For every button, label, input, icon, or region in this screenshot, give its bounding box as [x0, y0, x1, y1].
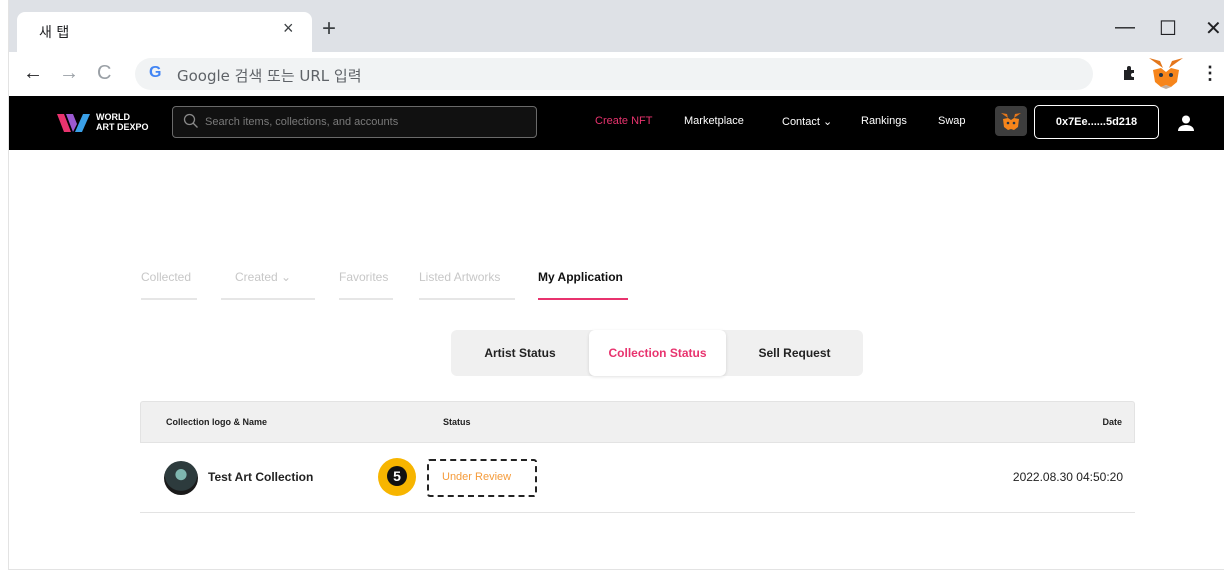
wallet-address-button[interactable]: 0x7Ee......5d218 [1034, 105, 1159, 139]
header-collection-name: Collection logo & Name [166, 417, 268, 427]
search-input[interactable] [205, 112, 525, 132]
world-art-dexpo-logo[interactable] [57, 112, 93, 134]
browser-toolbar: ← → C G Google 검색 또는 URL 입력 ⋮ [9, 52, 1224, 96]
tab-underline [339, 298, 393, 300]
search-icon [183, 113, 199, 129]
tab-sell-request[interactable]: Sell Request [726, 330, 863, 376]
site-header: WORLD ART DEXPO Create NFT Marketplace C… [9, 96, 1224, 150]
status-badge: Under Review [442, 471, 512, 483]
browser-window: 새 탭 × + — ☐ ✕ ← → C G Google 검색 또는 URL 입… [8, 0, 1224, 570]
header-date: Date [1102, 417, 1122, 427]
tab-underline [221, 298, 315, 300]
table-header: Collection logo & Name Status Date [140, 401, 1135, 443]
logo-line-1: WORLD [96, 112, 130, 122]
logo-wordmark: WORLD ART DEXPO [96, 112, 149, 132]
back-icon[interactable]: ← [23, 63, 43, 83]
logo-line-2: ART DEXPO [96, 122, 149, 132]
metamask-button[interactable] [995, 106, 1027, 136]
browser-tab[interactable]: 새 탭 × [17, 12, 312, 52]
tab-artist-status[interactable]: Artist Status [451, 330, 589, 376]
step-number: 5 [387, 466, 407, 486]
row-date: 2022.08.30 04:50:20 [1012, 470, 1123, 484]
tab-active-underline [538, 298, 628, 300]
minimize-icon[interactable]: — [1115, 16, 1135, 39]
collection-status-table: Collection logo & Name Status Date Test … [140, 401, 1135, 515]
tab-collected[interactable]: Collected [141, 270, 191, 284]
nav-contact[interactable]: Contact ⌄ [782, 115, 832, 128]
collection-avatar [164, 461, 198, 495]
tab-title: 새 탭 [39, 25, 70, 41]
address-bar[interactable]: G Google 검색 또는 URL 입력 [135, 58, 1093, 90]
step-badge: 5 [378, 458, 416, 496]
user-icon[interactable] [1177, 114, 1195, 132]
tab-underline [141, 298, 197, 300]
google-icon: G [149, 64, 162, 81]
tab-strip: 새 탭 × + — ☐ ✕ [9, 0, 1224, 52]
nav-marketplace[interactable]: Marketplace [684, 115, 744, 127]
tab-favorites[interactable]: Favorites [339, 270, 388, 284]
collection-name: Test Art Collection [208, 470, 314, 484]
new-tab-icon[interactable]: + [322, 17, 336, 41]
table-row[interactable]: Test Art Collection 5 Under Review 2022.… [140, 443, 1135, 513]
screen: 새 탭 × + — ☐ ✕ ← → C G Google 검색 또는 URL 입… [0, 0, 1224, 570]
tab-listed-artworks[interactable]: Listed Artworks [419, 270, 500, 284]
header-status: Status [443, 417, 471, 427]
extensions-puzzle-icon[interactable] [1121, 64, 1139, 87]
maximize-icon[interactable]: ☐ [1159, 16, 1177, 41]
tab-close-icon[interactable]: × [283, 18, 294, 39]
address-placeholder: Google 검색 또는 URL 입력 [177, 67, 362, 85]
forward-icon[interactable]: → [59, 63, 79, 83]
tab-my-application[interactable]: My Application [538, 270, 623, 284]
reload-icon[interactable]: C [97, 63, 111, 83]
tab-collection-status[interactable]: Collection Status [589, 330, 726, 376]
tab-created[interactable]: Created ⌄ [235, 270, 291, 284]
status-segmented-control: Artist Status Collection Status Sell Req… [451, 330, 863, 376]
browser-menu-icon[interactable]: ⋮ [1201, 63, 1219, 84]
tab-underline [419, 298, 515, 300]
site-search [172, 106, 537, 138]
nav-swap[interactable]: Swap [938, 115, 966, 127]
desktop-edge [0, 0, 8, 570]
metamask-fox-icon[interactable] [1147, 56, 1185, 90]
nav-rankings[interactable]: Rankings [861, 115, 907, 127]
nav-create-nft[interactable]: Create NFT [595, 115, 652, 127]
window-close-icon[interactable]: ✕ [1205, 16, 1222, 41]
